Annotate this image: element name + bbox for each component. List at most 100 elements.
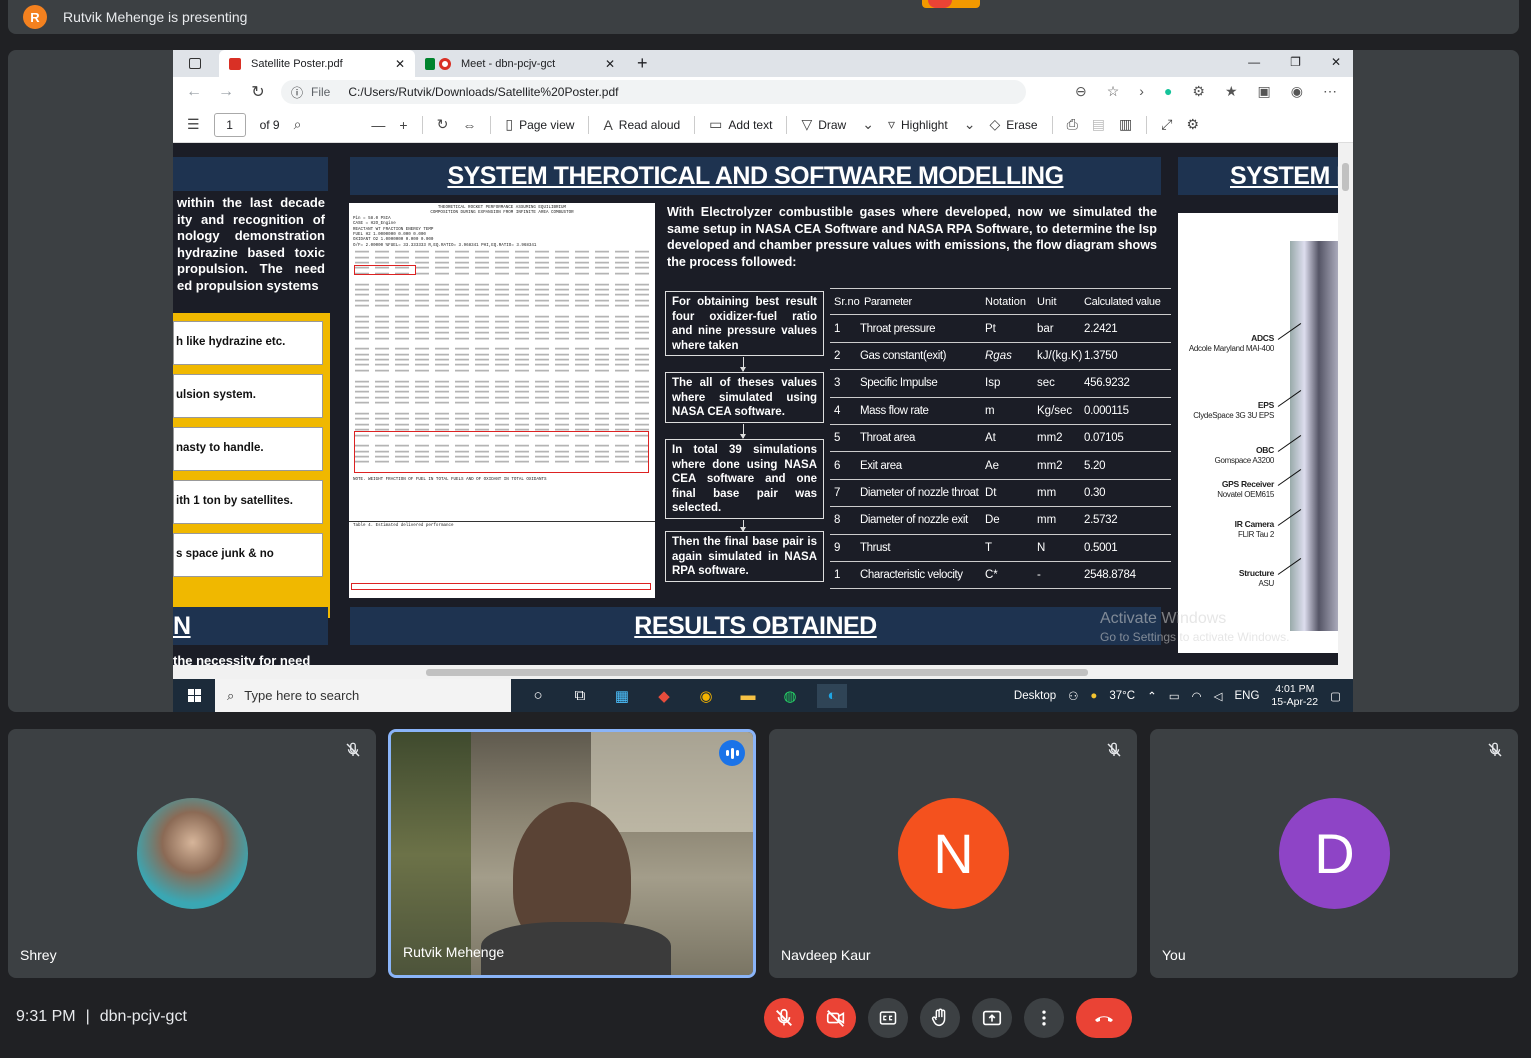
pdf-icon [229, 57, 241, 70]
read-aloud-button[interactable]: A Read aloud [603, 117, 680, 133]
chevron-down-icon[interactable]: ⌄ [964, 116, 976, 133]
floating-self-view[interactable] [922, 0, 980, 8]
whatsapp-icon[interactable]: ◍ [775, 684, 805, 708]
participant-video [391, 732, 753, 975]
rotate-icon[interactable]: ↻ [437, 116, 449, 133]
save-icon[interactable]: ▤ [1092, 116, 1105, 133]
erase-button[interactable]: ◇ Erase [989, 116, 1037, 133]
more-options-button[interactable] [1024, 998, 1064, 1038]
leave-call-button[interactable] [1076, 998, 1132, 1038]
microphone-button[interactable] [764, 998, 804, 1038]
refresh-icon[interactable]: ↻ [247, 82, 269, 102]
page-number-input[interactable]: 1 [213, 112, 246, 137]
participant-tile-rutvik[interactable]: Rutvik Mehenge [388, 729, 756, 978]
search-icon: ⌕ [227, 687, 235, 703]
chevron-up-icon[interactable]: ⌃ [1147, 689, 1157, 703]
taskbar-search[interactable]: ⌕ Type here to search [215, 679, 511, 712]
task-view-icon[interactable]: ⧉ [565, 684, 595, 708]
sim-output-filler [355, 310, 649, 312]
maximize-icon[interactable]: ❐ [1290, 55, 1301, 69]
left-column-text: within the last decade ity and recogniti… [177, 195, 325, 293]
page-view-button[interactable]: ▯ Page view [505, 116, 574, 133]
forward-icon[interactable]: → [215, 83, 237, 101]
add-text-button[interactable]: ▭ Add text [709, 116, 772, 133]
tab-actions-icon[interactable] [189, 58, 201, 69]
zoom-icon[interactable]: ⊖ [1075, 83, 1087, 100]
captions-button[interactable] [868, 998, 908, 1038]
back-icon[interactable]: ← [183, 83, 205, 101]
table-cell: Exit area [860, 459, 902, 472]
chrome-icon[interactable]: ◉ [691, 684, 721, 708]
favorite-icon[interactable]: ☆ [1107, 83, 1120, 100]
battery-icon[interactable]: ▭ [1169, 689, 1180, 703]
left-title-band [173, 157, 328, 191]
draw-button[interactable]: ▽ Draw ⌄ [801, 116, 874, 133]
cortana-icon[interactable]: ○ [523, 684, 553, 708]
flow-arrow [740, 357, 746, 372]
table-cell: T [985, 541, 993, 554]
collections-icon[interactable]: ▣ [1258, 83, 1271, 100]
tab-satellite-poster[interactable]: Satellite Poster.pdf ✕ [219, 50, 415, 77]
file-explorer-icon[interactable]: ▬ [733, 684, 763, 708]
print-icon[interactable]: ⎙ [1067, 116, 1078, 133]
taskbar-clock[interactable]: 4:01 PM 15-Apr-22 [1271, 683, 1318, 709]
chevron-down-icon[interactable]: ⌄ [862, 116, 874, 133]
settings-icon[interactable]: ⚙ [1186, 116, 1199, 133]
highlight-button[interactable]: ▿ Highlight ⌄ [888, 116, 975, 133]
close-window-icon[interactable]: ✕ [1331, 55, 1341, 69]
save-as-icon[interactable]: ▥ [1119, 116, 1132, 133]
right-title: SYSTEM I [1230, 161, 1338, 190]
satellite-component-label: GPS Receiver Novatel OEM615 [1217, 479, 1274, 500]
menu-icon[interactable]: ⋯ [1323, 83, 1337, 100]
more-tools-icon[interactable]: › [1139, 83, 1144, 100]
address-bar[interactable]: ⓘ File C:/Users/Rutvik/Downloads/Satelli… [281, 80, 1026, 104]
extensions-icon[interactable]: ⚙ [1192, 83, 1205, 100]
list-item: ith 1 ton by satellites. [173, 480, 323, 524]
desktop-toolbar[interactable]: Desktop [1014, 690, 1056, 702]
participant-tile-navdeep[interactable]: N Navdeep Kaur [769, 729, 1137, 978]
language-indicator[interactable]: ENG [1235, 690, 1260, 702]
close-icon[interactable]: ✕ [395, 57, 405, 71]
camera-off-icon [826, 1010, 845, 1027]
participant-tile-you[interactable]: D You [1150, 729, 1518, 978]
minimize-icon[interactable]: — [1248, 55, 1260, 69]
vertical-scrollbar[interactable] [1338, 143, 1353, 665]
fit-page-icon[interactable]: ⇔ [462, 117, 476, 133]
weather-temp[interactable]: 37°C [1109, 690, 1135, 702]
grammarly-icon[interactable]: ● [1164, 83, 1172, 100]
zoom-in-icon[interactable]: + [399, 117, 407, 133]
contents-icon[interactable]: ☰ [187, 116, 200, 133]
present-now-button[interactable] [972, 998, 1012, 1038]
store-icon[interactable]: ▦ [607, 684, 637, 708]
participant-tile-shrey[interactable]: Shrey [8, 729, 376, 978]
windows-start-icon[interactable] [173, 689, 215, 702]
tab-meet[interactable]: Meet - dbn-pcjv-gct ✕ [415, 50, 625, 77]
fullscreen-icon[interactable]: ⤢ [1161, 116, 1172, 133]
satellite-diagram: ADCS Adcole Maryland MAI-400 EPS ClydeSpace… [1178, 213, 1338, 653]
edge-icon[interactable]: ◐ [817, 683, 847, 708]
left-bottom-band: N [173, 607, 328, 645]
presenter-text: Rutvik Mehenge is presenting [63, 9, 248, 25]
people-icon[interactable]: ⚇ [1068, 689, 1078, 703]
raise-hand-button[interactable] [920, 998, 960, 1038]
wifi-icon[interactable]: ◠ [1192, 689, 1202, 703]
search-icon[interactable]: ⌕ [294, 116, 302, 133]
meeting-code[interactable]: dbn-pcjv-gct [100, 1008, 187, 1026]
favorites-icon[interactable]: ★ [1225, 83, 1238, 100]
new-tab-icon[interactable]: + [637, 53, 648, 74]
table-cell: 0.5001 [1084, 541, 1118, 554]
table-cell: Dt [985, 486, 997, 499]
app-icon[interactable]: ◆ [649, 684, 679, 708]
sim-output-filler [355, 358, 649, 361]
volume-icon[interactable]: ◁ [1214, 689, 1223, 703]
tab-label: Meet - dbn-pcjv-gct [461, 57, 556, 70]
sim-output-filler [355, 348, 649, 350]
close-icon[interactable]: ✕ [605, 57, 615, 71]
profile-icon[interactable]: ◉ [1291, 83, 1303, 100]
horizontal-scrollbar[interactable] [173, 665, 1353, 679]
page-view-icon: ▯ [505, 116, 514, 132]
notification-icon[interactable]: ▢ [1330, 689, 1341, 703]
camera-button[interactable] [816, 998, 856, 1038]
zoom-out-icon[interactable]: — [371, 117, 385, 133]
table-cell: mm2 [1037, 459, 1063, 472]
